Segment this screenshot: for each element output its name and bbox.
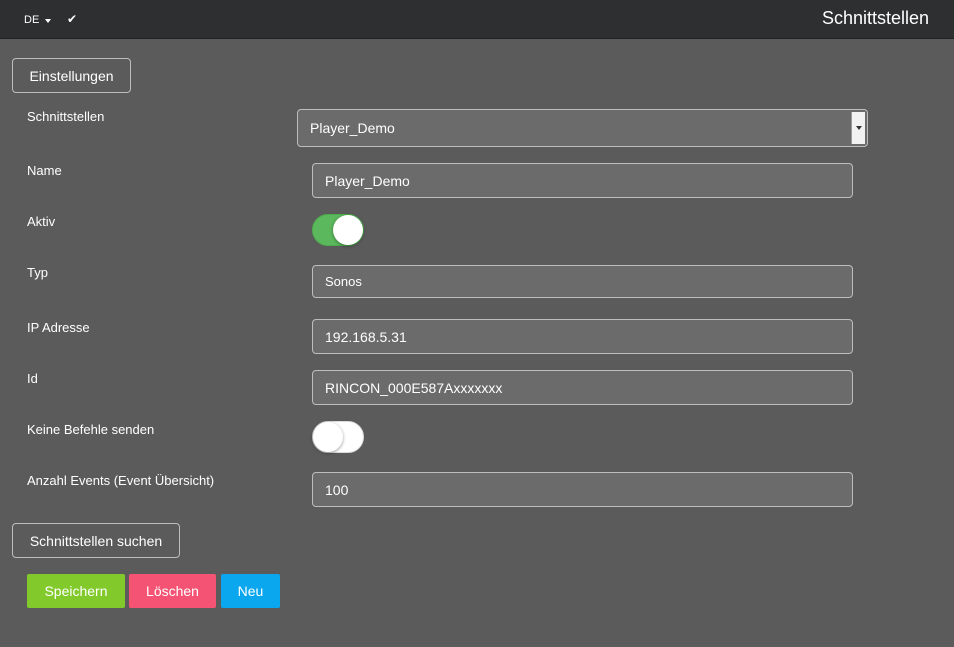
chevron-down-icon xyxy=(851,112,865,144)
events-label: Anzahl Events (Event Übersicht) xyxy=(27,473,215,488)
caret-down-icon xyxy=(45,18,52,23)
interface-select-value: Player_Demo xyxy=(310,120,395,136)
active-label: Aktiv xyxy=(27,214,56,229)
name-input[interactable]: Player_Demo xyxy=(312,163,853,198)
id-input[interactable]: RINCON_000E587Axxxxxxx xyxy=(312,370,853,405)
id-label: Id xyxy=(27,371,38,386)
events-input[interactable]: 100 xyxy=(312,472,853,507)
interface-label: Schnittstellen xyxy=(27,109,105,124)
no-commands-label: Keine Befehle senden xyxy=(27,422,155,437)
ip-label: IP Adresse xyxy=(27,320,90,335)
no-commands-toggle[interactable] xyxy=(312,421,364,453)
toggle-knob xyxy=(333,215,363,245)
interface-select[interactable]: Player_Demo xyxy=(297,109,868,147)
toggle-knob xyxy=(313,422,343,452)
page-title: Schnittstellen xyxy=(821,8,929,28)
type-input[interactable]: Sonos xyxy=(312,265,853,298)
top-bar: DE ✔ Schnittstellen xyxy=(0,0,954,39)
active-toggle[interactable] xyxy=(312,214,364,246)
ip-input[interactable]: 192.168.5.31 xyxy=(312,319,853,354)
save-button[interactable]: Speichern xyxy=(27,574,125,608)
check-icon[interactable]: ✔ xyxy=(67,12,77,26)
delete-button[interactable]: Löschen xyxy=(129,574,216,608)
settings-button[interactable]: Einstellungen xyxy=(12,58,131,93)
language-dropdown[interactable]: DE xyxy=(24,14,52,26)
name-label: Name xyxy=(27,163,62,178)
new-button[interactable]: Neu xyxy=(221,574,280,608)
language-label: DE xyxy=(24,14,40,26)
search-interfaces-button[interactable]: Schnittstellen suchen xyxy=(12,523,180,558)
type-label: Typ xyxy=(27,265,48,280)
